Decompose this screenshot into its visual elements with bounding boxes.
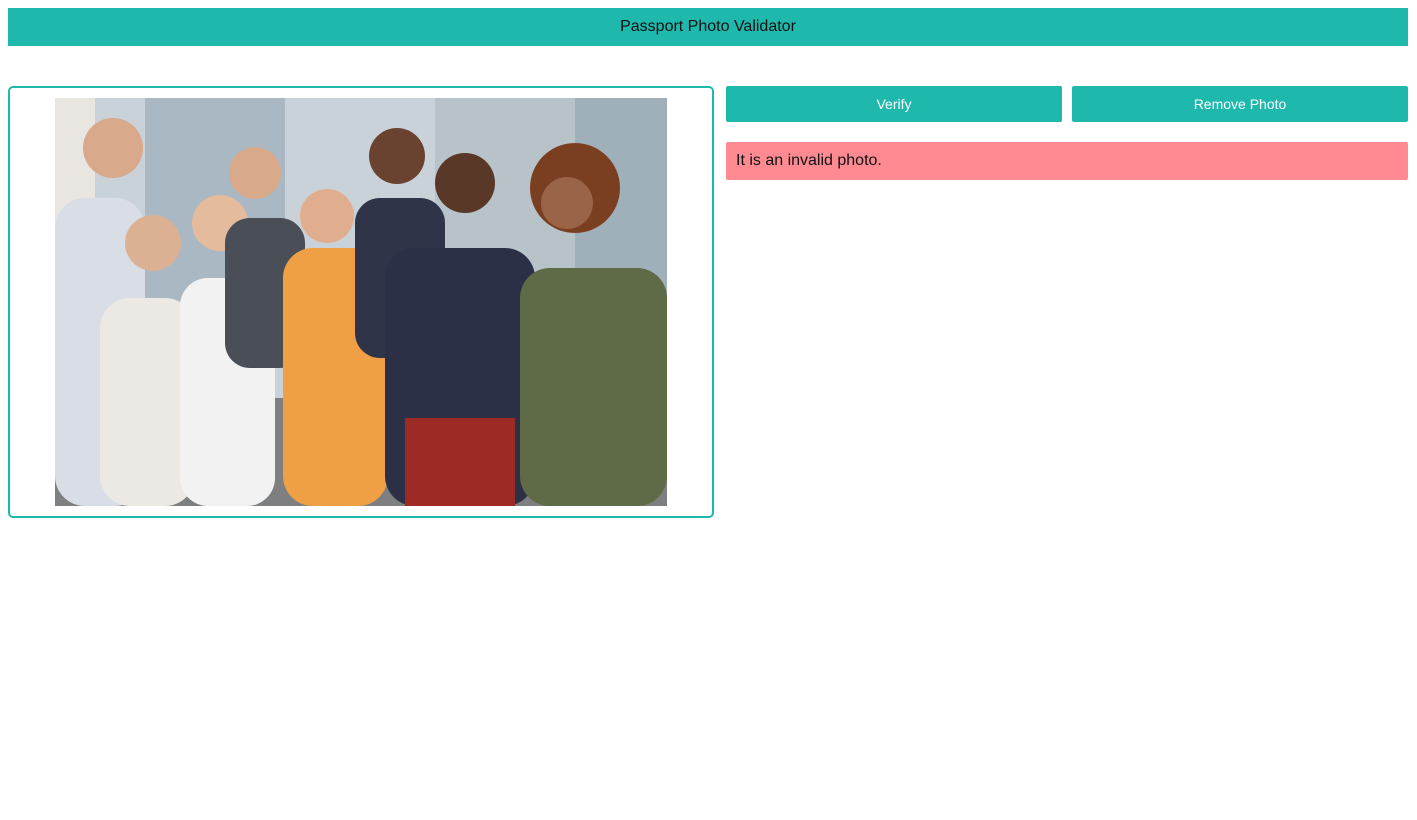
validation-message: It is an invalid photo. xyxy=(736,152,882,169)
app-header: Passport Photo Validator xyxy=(8,8,1408,46)
photo-panel xyxy=(8,86,714,518)
page-title: Passport Photo Validator xyxy=(620,18,796,35)
remove-photo-button[interactable]: Remove Photo xyxy=(1072,86,1408,122)
validation-result-alert: It is an invalid photo. xyxy=(726,142,1408,180)
verify-button[interactable]: Verify xyxy=(726,86,1062,122)
uploaded-photo xyxy=(55,98,667,506)
